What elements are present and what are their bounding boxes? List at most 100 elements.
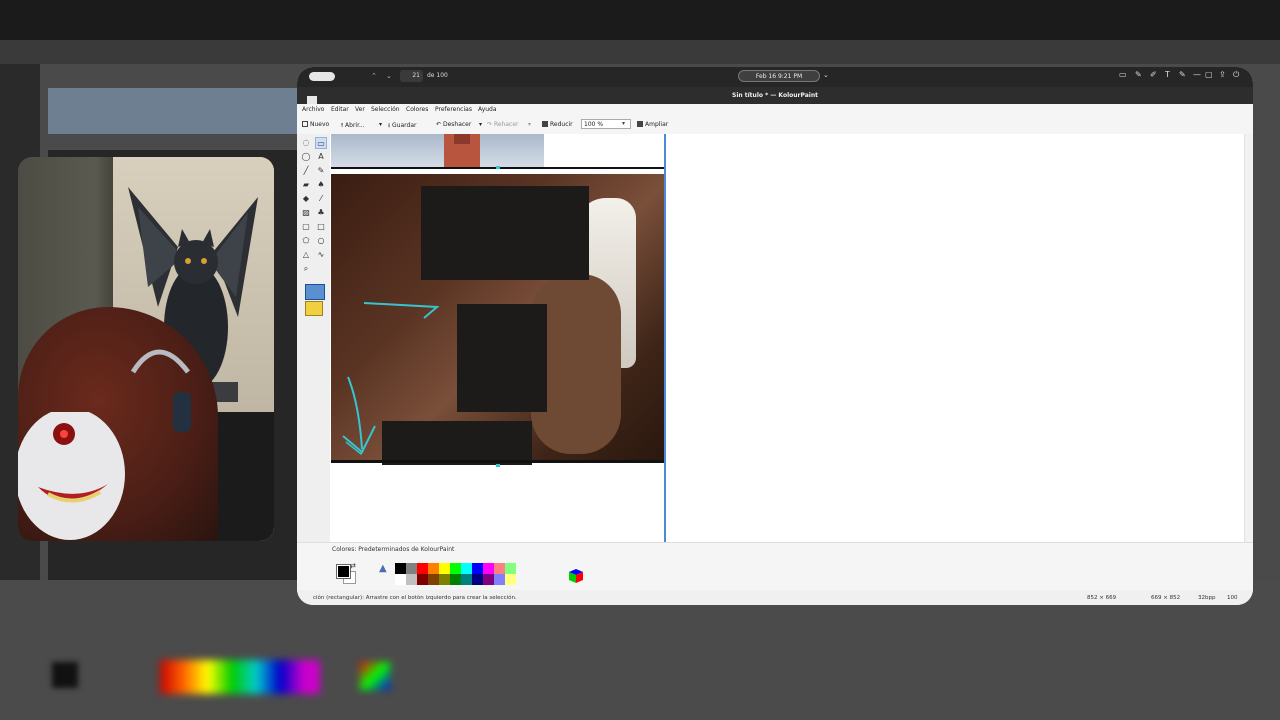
color-swatch[interactable] <box>450 574 461 585</box>
rect-select-icon[interactable]: ▭ <box>315 137 327 149</box>
zoom-in-label: Ampliar <box>645 121 669 128</box>
vertical-scrollbar[interactable] <box>1244 134 1253 542</box>
palette-label: Colores: Predeterminados de KolourPaint <box>332 546 455 553</box>
chevron-down-icon[interactable]: ▾ <box>622 120 625 127</box>
menu-archivo[interactable]: Archivo <box>302 106 324 113</box>
menu-bar: Archivo Editar Ver Selección Colores Pre… <box>297 104 1253 115</box>
menu-seleccion[interactable]: Selección <box>371 106 400 113</box>
color-swatch[interactable] <box>428 563 439 574</box>
color-swatch[interactable] <box>494 574 505 585</box>
eraser-icon[interactable]: ▰ <box>300 179 312 191</box>
redo-label: Rehacer <box>493 121 519 128</box>
undo-button[interactable]: ↶ Deshacer <box>436 121 471 128</box>
color-swatch[interactable] <box>439 563 450 574</box>
text-tool-icon[interactable]: A <box>315 151 327 163</box>
open-dropdown[interactable]: ▾ <box>379 121 382 128</box>
highlighter-icon[interactable]: ✐ <box>1150 70 1157 79</box>
polygon-icon[interactable]: ⬠ <box>300 235 312 247</box>
date-time[interactable]: Feb 16 9:21 PM <box>738 70 820 82</box>
webcam-feed <box>18 157 274 541</box>
rectangle-icon[interactable]: □ <box>315 221 327 233</box>
backdrop-menu-bar <box>0 40 1280 64</box>
zoom-icon[interactable]: ⌕ <box>300 263 312 275</box>
zoom-in-button[interactable]: Ampliar <box>637 121 668 128</box>
new-file-icon <box>302 121 308 127</box>
color-swatch[interactable] <box>395 574 406 585</box>
menu-preferencias[interactable]: Preferencias <box>435 106 472 113</box>
selection-opaque-icon[interactable] <box>305 284 325 300</box>
comment-icon[interactable]: ▭ <box>1119 70 1127 79</box>
rgb-cube-icon[interactable] <box>567 567 585 585</box>
color-swatch[interactable] <box>439 574 450 585</box>
redo-dropdown[interactable]: ▾ <box>528 121 531 128</box>
menu-colores[interactable]: Colores <box>406 106 428 113</box>
open-button[interactable]: ⭱ Abrir... <box>341 121 365 131</box>
color-swatch[interactable] <box>406 574 417 585</box>
free-select-icon[interactable]: ◌ <box>300 137 312 149</box>
white-mask <box>18 412 125 540</box>
upload-icon: ⭱ <box>341 122 344 129</box>
zoom-in-icon <box>637 121 643 127</box>
color-swatch[interactable] <box>395 563 406 574</box>
fill-icon[interactable]: ◆ <box>300 193 312 205</box>
window-title-bar: Sin título * — KolourPaint <box>297 87 1253 104</box>
canvas-border-line <box>331 460 665 463</box>
rounded-rect-icon[interactable]: ▢ <box>300 221 312 233</box>
activities-pill[interactable] <box>309 72 335 81</box>
menu-ver[interactable]: Ver <box>355 106 365 113</box>
color-swatch[interactable] <box>505 563 516 574</box>
color-picker-icon[interactable]: ⁄ <box>315 193 327 205</box>
swap-colors-icon[interactable]: ⇄ <box>350 562 356 570</box>
maximize-icon[interactable]: ▢ <box>1205 70 1213 79</box>
polyline-icon[interactable]: △ <box>300 249 312 261</box>
canvas-area <box>330 134 1244 542</box>
color-picker-icon[interactable]: ▲ <box>379 563 387 574</box>
edit-icon[interactable]: ✎ <box>1179 70 1186 79</box>
color-swatch[interactable] <box>494 563 505 574</box>
color-swatch[interactable] <box>428 574 439 585</box>
chevron-down-icon[interactable]: ⌄ <box>386 72 392 80</box>
color-swatch[interactable] <box>505 574 516 585</box>
ellipse-icon[interactable]: ○ <box>315 235 327 247</box>
new-button[interactable]: Nuevo <box>302 121 329 128</box>
spraycan-icon[interactable]: ♣ <box>315 207 327 219</box>
chevron-up-icon[interactable]: ⌃ <box>371 72 377 80</box>
power-icon[interactable]: ⏻ <box>1233 70 1239 80</box>
color-swatch[interactable] <box>483 563 494 574</box>
canvas-edge[interactable] <box>664 134 666 542</box>
color-swatch[interactable] <box>461 574 472 585</box>
pen-icon[interactable]: ✎ <box>1135 70 1142 79</box>
color-swatch[interactable] <box>406 563 417 574</box>
color-swatch[interactable] <box>461 563 472 574</box>
zoom-out-button[interactable]: Reducir <box>542 121 573 128</box>
foreground-color[interactable] <box>337 565 350 578</box>
color-swatch[interactable] <box>450 563 461 574</box>
drawing-canvas[interactable] <box>331 134 666 542</box>
curve-icon[interactable]: ∿ <box>315 249 327 261</box>
app-icon[interactable] <box>307 96 317 104</box>
line-icon[interactable]: ╱ <box>300 165 312 177</box>
menu-editar[interactable]: Editar <box>331 106 349 113</box>
backdrop-cube <box>360 662 390 690</box>
save-button[interactable]: ⭳ Guardar <box>388 121 416 131</box>
undo-label: Deshacer <box>442 121 472 128</box>
color-swatch[interactable] <box>417 574 428 585</box>
color-swatch[interactable] <box>483 574 494 585</box>
ellipse-select-icon[interactable]: ◯ <box>300 151 312 163</box>
selection-transparent-icon[interactable] <box>305 301 323 316</box>
brush-icon[interactable]: ♠ <box>315 179 327 191</box>
chevron-down-icon[interactable]: ⌄ <box>823 71 829 79</box>
color-swatch[interactable] <box>472 563 483 574</box>
undo-dropdown[interactable]: ▾ <box>479 121 482 128</box>
color-eraser-icon[interactable]: ▨ <box>300 207 312 219</box>
color-swatch[interactable] <box>417 563 428 574</box>
share-icon[interactable]: ⇪ <box>1219 70 1226 79</box>
menu-ayuda[interactable]: Ayuda <box>478 106 497 113</box>
text-icon[interactable]: T <box>1165 70 1170 79</box>
pencil-icon[interactable]: ✎ <box>315 165 327 177</box>
color-swatch[interactable] <box>472 574 483 585</box>
page-number-field[interactable]: 21 <box>400 70 423 82</box>
minimize-icon[interactable]: — <box>1193 70 1201 79</box>
redo-button[interactable]: ↷ Rehacer <box>487 121 518 128</box>
resize-handle[interactable] <box>496 464 500 467</box>
